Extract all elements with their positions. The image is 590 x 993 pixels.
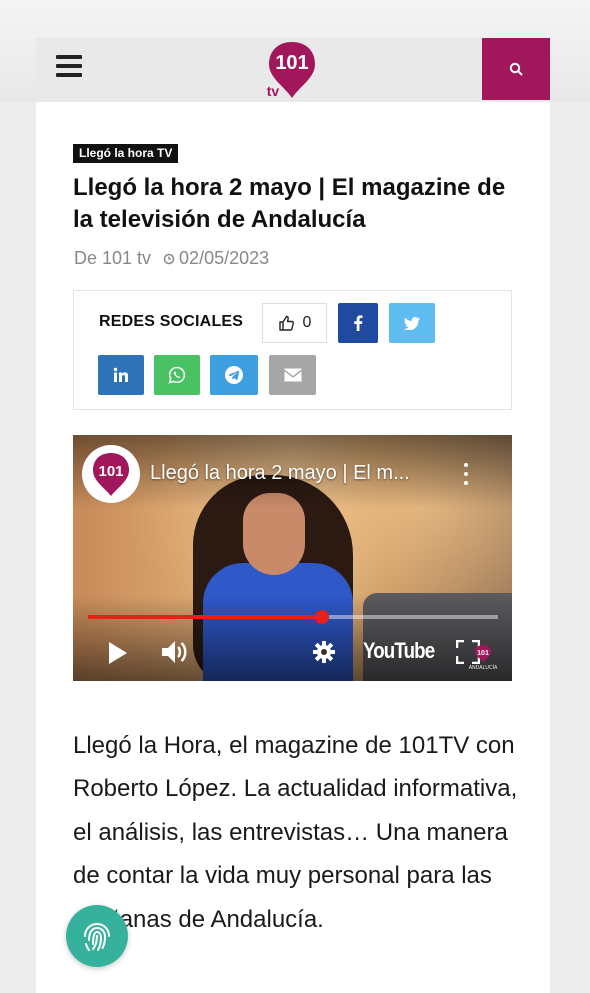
- thumbs-up-icon: [278, 315, 294, 331]
- channel-logo-text: 101: [98, 463, 123, 480]
- kebab-icon-dot: [464, 481, 468, 485]
- channel-logo-pin-icon: 101: [93, 453, 129, 496]
- watermark-text: 101: [477, 650, 489, 657]
- category-badge[interactable]: Llegó la hora TV: [73, 144, 179, 163]
- linkedin-share-button[interactable]: [98, 355, 144, 395]
- volume-icon: [162, 641, 187, 663]
- video-progress-fill: [88, 615, 322, 619]
- logo-pin-icon: 101 tv: [267, 42, 315, 99]
- telegram-icon: [225, 366, 243, 384]
- mail-icon: [284, 368, 301, 382]
- clock-icon: [163, 253, 175, 264]
- whatsapp-icon: [168, 366, 186, 384]
- like-count: 0: [302, 314, 312, 331]
- volume-button[interactable]: [161, 639, 189, 670]
- hamburger-icon-bar: [56, 64, 82, 68]
- facebook-icon: [354, 315, 363, 331]
- youtube-logo[interactable]: YouTube: [363, 638, 435, 664]
- twitter-share-button[interactable]: [389, 303, 435, 343]
- video-progress-bar[interactable]: [88, 610, 498, 624]
- gear-icon: [313, 641, 335, 663]
- fingerprint-icon: [84, 922, 110, 951]
- facebook-share-button[interactable]: [338, 303, 378, 343]
- date-text: 02/05/2023: [179, 248, 270, 268]
- social-label: REDES SOCIALES: [99, 313, 244, 330]
- video-progress-knob[interactable]: [314, 610, 329, 624]
- article-meta: De 101 tv 02/05/2023: [74, 248, 269, 269]
- site-logo[interactable]: 101 tv: [262, 40, 322, 100]
- watermark-sub: ANDALUCÍA: [469, 664, 498, 671]
- channel-watermark: 101 ANDALUCÍA: [465, 645, 501, 676]
- menu-button[interactable]: [56, 55, 82, 77]
- search-button[interactable]: [482, 38, 550, 100]
- email-share-button[interactable]: [269, 355, 316, 395]
- kebab-icon-dot: [464, 463, 468, 467]
- hamburger-icon-bar: [56, 55, 82, 59]
- kebab-icon-dot: [464, 472, 468, 476]
- author-link[interactable]: De 101 tv: [74, 248, 151, 269]
- article-title: Llegó la hora 2 mayo | El magazine de la…: [73, 174, 506, 233]
- channel-avatar[interactable]: 101: [82, 445, 140, 503]
- video-player[interactable]: 101 Llegó la hora 2 mayo | El m... YouTu…: [73, 435, 512, 681]
- settings-button[interactable]: [313, 641, 335, 668]
- watermark-logo-icon: 101 ANDALUCÍA: [469, 645, 498, 671]
- video-title[interactable]: Llegó la hora 2 mayo | El m...: [150, 462, 410, 485]
- accessibility-widget-button[interactable]: [66, 905, 128, 967]
- article-date: 02/05/2023: [163, 248, 269, 269]
- linkedin-icon: [113, 367, 128, 382]
- hamburger-icon-bar: [56, 73, 82, 77]
- article-body: Llegó la Hora, el magazine de 101TV con …: [73, 732, 518, 933]
- like-button[interactable]: 0: [262, 303, 327, 343]
- search-icon: [509, 62, 523, 76]
- telegram-share-button[interactable]: [210, 355, 258, 395]
- play-button[interactable]: [107, 641, 129, 670]
- play-icon: [109, 642, 127, 664]
- whatsapp-share-button[interactable]: [154, 355, 200, 395]
- logo-sub: tv: [267, 83, 280, 99]
- twitter-icon: [404, 316, 420, 330]
- logo-text: 101: [275, 52, 308, 74]
- video-more-options-button[interactable]: [460, 463, 472, 485]
